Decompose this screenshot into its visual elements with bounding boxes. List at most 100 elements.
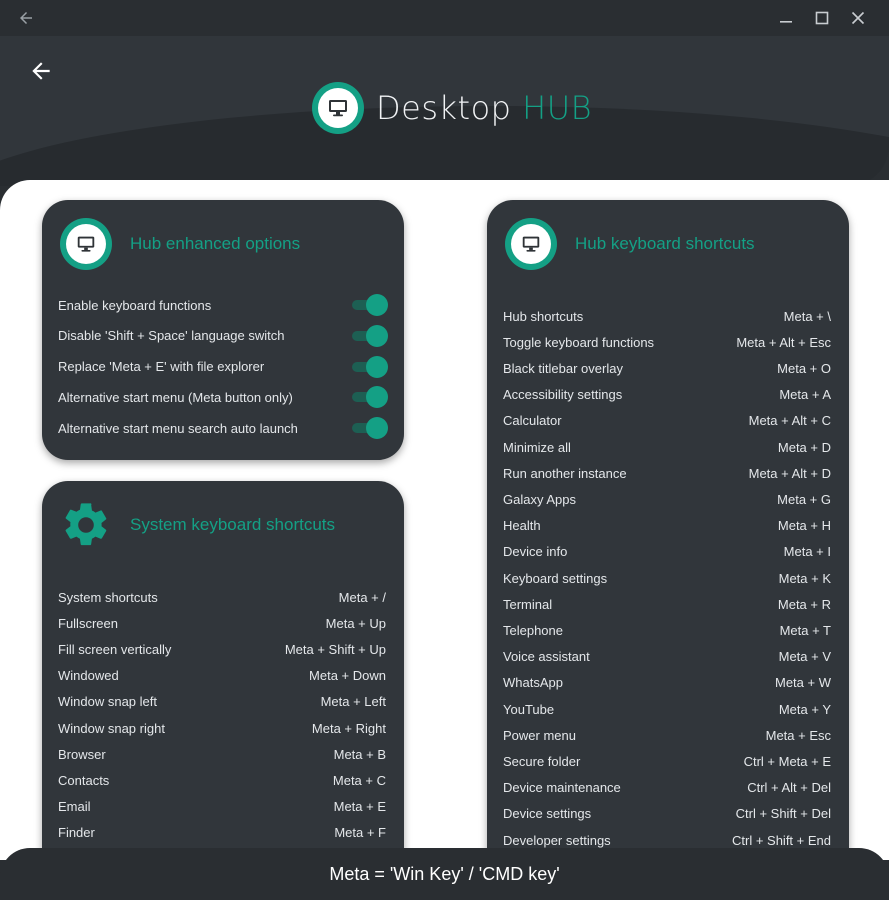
app-header: Desktop HUB <box>0 36 889 186</box>
shortcut-label: Finder <box>58 825 95 841</box>
shortcut-label: Window snap left <box>58 694 157 710</box>
shortcut-row: Browser Meta + B <box>58 743 386 765</box>
shortcut-keys: Meta + W <box>775 675 831 691</box>
shortcut-row: Keyboard settings Meta + K <box>503 567 831 589</box>
shortcut-keys: Meta + / <box>338 589 386 605</box>
shortcut-row: Voice assistant Meta + V <box>503 646 831 668</box>
shortcut-row: Accessibility settings Meta + A <box>503 384 831 406</box>
shortcut-row: Health Meta + H <box>503 515 831 537</box>
shortcut-row: Secure folder Ctrl + Meta + E <box>503 750 831 772</box>
shortcut-label: Galaxy Apps <box>503 491 576 507</box>
shortcut-keys: Meta + H <box>777 518 831 534</box>
option-toggle[interactable] <box>352 324 388 348</box>
window-titlebar <box>0 0 889 36</box>
shortcut-keys: Ctrl + Shift + End <box>732 832 831 848</box>
arrow-left-icon <box>20 12 32 24</box>
shortcut-keys: Meta + O <box>777 360 831 376</box>
arrow-left-icon <box>32 62 50 80</box>
shortcut-keys: Ctrl + Alt + Del <box>747 780 831 796</box>
option-toggle[interactable] <box>352 355 388 379</box>
shortcut-label: Health <box>503 518 541 534</box>
app-logo-title: Desktop HUB <box>312 82 592 134</box>
option-row: Replace 'Meta + E' with file explorer <box>58 354 388 380</box>
system-shortcuts-card: System keyboard shortcuts System shortcu… <box>42 481 404 881</box>
minimize-button[interactable] <box>768 0 804 36</box>
shortcut-row: Windowed Meta + Down <box>58 665 386 687</box>
shortcut-row: Window snap right Meta + Right <box>58 717 386 739</box>
shortcut-keys: Meta + Left <box>320 694 386 710</box>
card-title: Hub enhanced options <box>130 234 301 253</box>
shortcut-keys: Meta + Esc <box>765 727 831 743</box>
titlebar-back-button[interactable] <box>8 0 44 36</box>
option-label: Disable 'Shift + Space' language switch <box>58 328 285 344</box>
monitor-icon <box>522 236 540 252</box>
shortcut-row: Finder Meta + F <box>58 822 386 844</box>
card-title: Hub keyboard shortcuts <box>575 234 755 253</box>
shortcut-keys: Meta + E <box>333 799 386 815</box>
card-logo <box>60 218 112 270</box>
shortcut-label: Hub shortcuts <box>503 308 584 324</box>
option-label: Alternative start menu (Meta button only… <box>58 389 293 405</box>
shortcut-keys: Meta + Alt + Esc <box>736 334 831 350</box>
maximize-button[interactable] <box>804 0 840 36</box>
shortcut-row: Window snap left Meta + Left <box>58 691 386 713</box>
shortcut-keys: Ctrl + Shift + Del <box>735 806 831 822</box>
option-label: Enable keyboard functions <box>58 297 212 313</box>
shortcut-keys: Meta + Down <box>309 668 386 684</box>
shortcut-keys: Meta + D <box>777 439 831 455</box>
hub-shortcuts-card: Hub keyboard shortcuts Hub shortcuts Meta… <box>487 200 849 880</box>
shortcut-keys: Meta + V <box>778 649 831 665</box>
footer-bar: Meta = 'Win Key' / 'CMD key' <box>0 848 889 900</box>
app-title-hub: HUB <box>522 89 593 127</box>
shortcut-row: Power menu Meta + Esc <box>503 724 831 746</box>
shortcut-label: Secure folder <box>503 753 581 769</box>
shortcut-keys: Meta + Alt + D <box>748 465 831 481</box>
shortcut-label: Email <box>58 799 91 815</box>
back-button[interactable] <box>28 58 56 86</box>
shortcut-label: WhatsApp <box>503 675 563 691</box>
shortcut-row: Contacts Meta + C <box>58 769 386 791</box>
shortcut-keys: Meta + B <box>333 746 386 762</box>
option-row: Alternative start menu search auto launc… <box>58 415 388 441</box>
shortcut-label: Minimize all <box>503 439 571 455</box>
shortcut-row: Hub shortcuts Meta + \ <box>503 305 831 327</box>
shortcut-label: Power menu <box>503 727 576 743</box>
shortcut-row: Galaxy Apps Meta + G <box>503 488 831 510</box>
option-row: Alternative start menu (Meta button only… <box>58 384 388 410</box>
option-toggle[interactable] <box>352 416 388 440</box>
card-header: Hub enhanced options <box>60 218 300 270</box>
shortcut-keys: Meta + T <box>779 622 831 638</box>
option-row: Enable keyboard functions <box>58 292 388 318</box>
shortcut-row: Toggle keyboard functions Meta + Alt + Es… <box>503 331 831 353</box>
shortcut-label: Run another instance <box>503 465 627 481</box>
option-toggle[interactable] <box>352 293 388 317</box>
shortcut-label: Accessibility settings <box>503 387 623 403</box>
shortcut-label: Windowed <box>58 668 119 684</box>
shortcut-keys: Meta + C <box>332 772 386 788</box>
shortcut-label: Terminal <box>503 596 553 612</box>
card-title: System keyboard shortcuts <box>130 515 336 534</box>
shortcut-keys: Meta + Right <box>311 720 386 736</box>
card-header: Hub keyboard shortcuts <box>505 218 755 270</box>
card-header: System keyboard shortcuts <box>60 499 335 551</box>
meta-key-note: Meta = 'Win Key' / 'CMD key' <box>329 863 560 884</box>
option-label: Alternative start menu search auto launc… <box>58 420 298 436</box>
enhanced-options-card: Hub enhanced options Enable keyboard fun… <box>42 200 404 460</box>
shortcut-label: Black titlebar overlay <box>503 360 623 376</box>
shortcut-label: Browser <box>58 746 106 762</box>
shortcut-label: Developer settings <box>503 832 611 848</box>
minimize-icon <box>780 21 792 23</box>
close-button[interactable] <box>840 0 876 36</box>
option-toggle[interactable] <box>352 385 388 409</box>
shortcut-label: Calculator <box>503 413 562 429</box>
shortcut-label: Contacts <box>58 772 110 788</box>
app-title: Desktop HUB <box>376 89 592 127</box>
shortcut-label: Device settings <box>503 806 592 822</box>
card-logo <box>505 218 557 270</box>
option-label: Replace 'Meta + E' with file explorer <box>58 359 265 375</box>
shortcut-row: Telephone Meta + T <box>503 619 831 641</box>
shortcut-keys: Meta + \ <box>783 308 831 324</box>
shortcut-label: Toggle keyboard functions <box>503 334 655 350</box>
shortcut-row: Fullscreen Meta + Up <box>58 612 386 634</box>
app-title-desktop: Desktop <box>376 89 512 127</box>
